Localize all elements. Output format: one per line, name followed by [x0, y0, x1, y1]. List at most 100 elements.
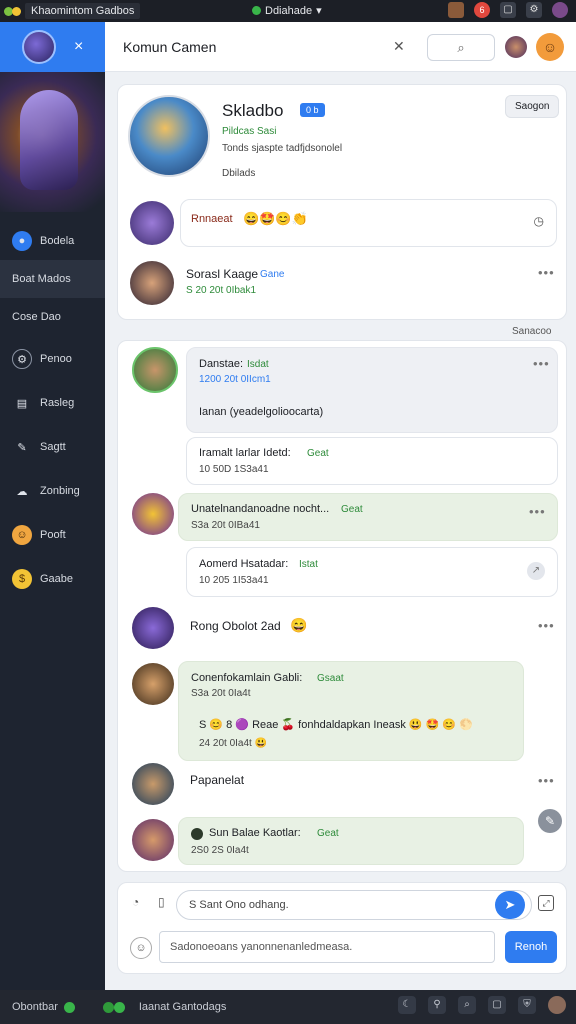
avatar[interactable]: [130, 201, 174, 245]
collapse-icon[interactable]: ✕: [393, 38, 405, 55]
thumb-icon: ✎: [17, 441, 27, 454]
message-tag: Geat: [317, 828, 339, 839]
shield-icon[interactable]: ⛨: [518, 996, 536, 1014]
avatar[interactable]: [132, 347, 178, 393]
sidebar-item-penoo[interactable]: ⚙ Penoo: [0, 340, 105, 378]
bottom-left-label[interactable]: Obontbar: [12, 1001, 58, 1013]
message-tag: Gsaat: [317, 673, 344, 684]
expand-icon[interactable]: ⤢: [538, 895, 554, 911]
coin-icon: $: [12, 569, 32, 589]
app-tab[interactable]: Khaomintom Gadbos: [4, 3, 141, 19]
profile-action-button[interactable]: Saogon: [505, 95, 560, 118]
avatar[interactable]: [130, 261, 174, 305]
sidebar-item-boat-mados[interactable]: Boat Mados: [0, 260, 105, 298]
more-icon[interactable]: •••: [533, 356, 550, 371]
message-tag: Isdat: [247, 359, 269, 370]
avatar[interactable]: [132, 763, 174, 805]
sidebar-item-pooft[interactable]: ☺ Pooft: [0, 516, 105, 554]
message-meta: 10 50D 1S3a41: [199, 464, 269, 475]
avatar[interactable]: [132, 663, 174, 705]
sidebar-item-label: Rasleg: [40, 397, 75, 409]
avatar[interactable]: [548, 996, 566, 1014]
pin-icon[interactable]: ⚲: [428, 996, 446, 1014]
clip-icon[interactable]: ▯: [158, 895, 165, 909]
section-label: Sanacoo: [512, 326, 552, 337]
chart-icon: ▤: [16, 397, 28, 410]
message-meta: 10 205 1I53a41: [199, 575, 269, 586]
message-field[interactable]: Sadonoeoans yanonnenanledmeasa.: [159, 931, 495, 963]
avatar[interactable]: [132, 493, 174, 535]
profile-line1: Pildcas Sasi: [222, 126, 277, 137]
timer-icon[interactable]: ◷: [534, 214, 544, 228]
center-tab[interactable]: Ddiahade ▾: [252, 4, 322, 17]
online-icon: [63, 1001, 75, 1013]
window-icon[interactable]: ▢: [488, 996, 506, 1014]
moon-icon[interactable]: ☾: [398, 996, 416, 1014]
send-icon[interactable]: ➤: [495, 891, 525, 919]
avatar[interactable]: [505, 36, 527, 58]
post-author: Papanelat: [190, 773, 245, 787]
attach-icon[interactable]: ◔: [132, 895, 139, 909]
window-icon[interactable]: ▢: [500, 2, 516, 18]
reaction-bubble: Rnnaeat 😄🤩😊👏 ◷: [180, 199, 557, 247]
reply-icon[interactable]: ↗: [527, 562, 545, 580]
profile-avatar[interactable]: [128, 95, 210, 177]
settings-icon[interactable]: ⚙: [526, 2, 542, 18]
more-icon[interactable]: •••: [538, 773, 555, 788]
message-tag: Geat: [341, 504, 363, 515]
more-icon[interactable]: •••: [538, 265, 555, 280]
send-button[interactable]: Renoh: [505, 931, 557, 963]
app-avatar[interactable]: [22, 30, 56, 64]
sidebar-item-bodela[interactable]: ● Bodela: [0, 222, 105, 260]
close-icon[interactable]: ×: [74, 38, 83, 56]
post-author: Sorasl Kaage: [186, 267, 259, 281]
sidebar-item-label: Sagtt: [40, 441, 66, 453]
cloud-icon: ☁: [16, 485, 28, 498]
app-icon: [102, 1001, 114, 1013]
hero-figure: [20, 90, 78, 190]
message-composer: ◔ ▯ S Sant Ono odhang. ➤ ⤢ ☺ Sadonoeoans…: [117, 882, 567, 974]
profile-icon[interactable]: [552, 2, 568, 18]
system-topbar: Khaomintom Gadbos Ddiahade ▾ 6 ▢ ⚙: [0, 0, 576, 22]
center-label: Ddiahade: [265, 4, 313, 17]
profile-line2: Tonds sjaspte tadfjdsonolel: [222, 143, 343, 154]
notification-badge[interactable]: 6: [474, 2, 490, 18]
search-input[interactable]: S Sant Ono odhang.: [176, 890, 532, 920]
sidebar-item-label: Gaabe: [40, 573, 74, 585]
app-icon: [113, 1001, 125, 1013]
message-body: S 😊 8 🟣 Reae 🍒 fonhdaldapkan Ineask 😃 🤩 …: [199, 719, 473, 731]
page-title: Komun Camen: [123, 39, 217, 55]
person-icon: ☺: [12, 525, 32, 545]
sidebar-item-label: Pooft: [40, 529, 66, 541]
more-icon[interactable]: •••: [529, 504, 546, 519]
sidebar-item-sagtt[interactable]: ✎ Sagtt: [0, 428, 105, 466]
sidebar-hero-image: [0, 72, 105, 212]
sidebar-item-cose-dao[interactable]: Cose Dao: [0, 298, 105, 336]
reaction-text: Rnnaeat: [191, 213, 233, 225]
more-icon[interactable]: •••: [538, 618, 555, 633]
avatar[interactable]: [132, 819, 174, 861]
avatar[interactable]: [448, 2, 464, 18]
search-button[interactable]: ⌕: [427, 34, 495, 61]
message-bubble: Iramalt larlar Idetd: Geat 10 50D 1S3a41: [186, 437, 558, 485]
main-header: Komun Camen ✕ ⌕ ☺: [105, 22, 576, 72]
sidebar-item-zonbing[interactable]: ☁ Zonbing: [0, 472, 105, 510]
sidebar-item-rasleg[interactable]: ▤ Rasleg: [0, 384, 105, 422]
search-icon[interactable]: ⌕: [458, 996, 476, 1014]
avatar[interactable]: [132, 607, 174, 649]
sidebar: × ● Bodela Boat Mados Cose Dao ⚙ Penoo ▤…: [0, 22, 105, 990]
emoji-icon[interactable]: ☺: [536, 33, 564, 61]
message-author: Sun Balae Kaotlar:: [209, 827, 301, 839]
profile-name: Skladbo: [222, 101, 284, 120]
app-title: Khaomintom Gadbos: [25, 3, 141, 19]
bottom-center-label[interactable]: Iaanat Gantodags: [139, 1001, 226, 1013]
profile-badge: 0 b: [300, 103, 325, 117]
emoji-icon[interactable]: ☺: [130, 937, 152, 959]
status-dot-icon: [191, 828, 203, 840]
post-author: Rong Obolot 2ad: [190, 619, 281, 633]
message-meta: 24 20t 0Ia4t 😃: [199, 738, 268, 749]
status-dot-icon: [252, 6, 261, 15]
sidebar-item-gaabe[interactable]: $ Gaabe: [0, 560, 105, 598]
message-bubble: Sun Balae Kaotlar: Geat 2S0 2S 0Ia4t: [178, 817, 524, 865]
edit-icon[interactable]: ✎: [538, 809, 562, 833]
